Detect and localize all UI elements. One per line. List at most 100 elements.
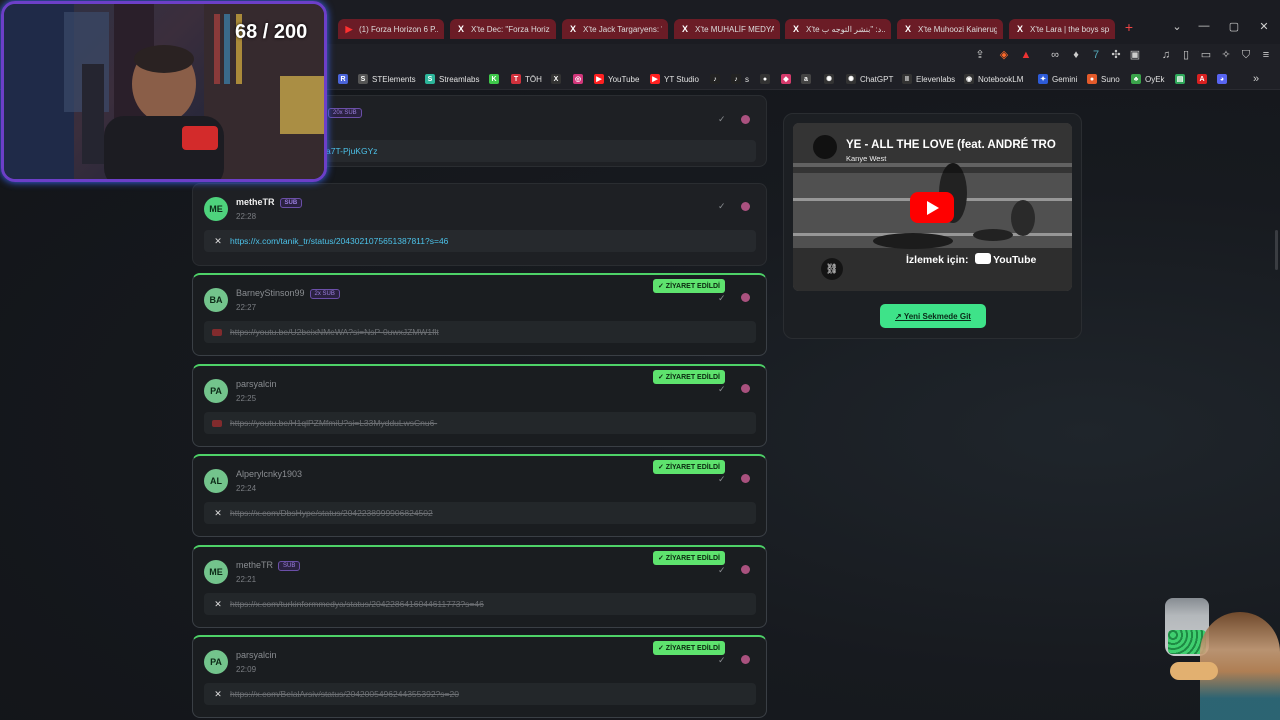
new-tab-icon[interactable]: + xyxy=(1122,20,1136,34)
bookmark-item[interactable]: ◎ xyxy=(573,72,587,86)
browser-tab[interactable]: ▶ (1) Forza Horizon 6 P... xyxy=(338,19,444,39)
open-in-new-tab-button[interactable]: ↗ Yeni Sekmede Git xyxy=(880,304,986,328)
sidebar-icon[interactable]: ▯ xyxy=(1179,48,1193,62)
link-url[interactable]: https://youtu.be/H1qlPZMfmiU?si=L33Myddu… xyxy=(230,418,437,428)
extension-icon[interactable]: ▣ xyxy=(1128,48,1142,62)
wallet-icon[interactable]: ▭ xyxy=(1199,48,1213,62)
link-card[interactable]: BA BarneyStinson99 2x SUB 22:27 ✓ ZİYARET ED… xyxy=(192,273,767,356)
approve-icon[interactable]: ✓ xyxy=(718,565,726,576)
bookmark-item[interactable]: T TÖH xyxy=(511,72,542,86)
delete-icon[interactable] xyxy=(741,293,750,302)
username-text: parsyalcin xyxy=(236,650,277,660)
bookmark-item[interactable]: II Elevenlabs xyxy=(902,72,955,86)
bookmark-item[interactable]: ✺ ChatGPT xyxy=(846,72,893,86)
bookmark-item[interactable]: ◕ xyxy=(1217,72,1231,86)
bookmark-item[interactable]: R xyxy=(338,72,352,86)
bookmark-item[interactable]: K xyxy=(489,72,503,86)
bookmark-item[interactable]: ◆ xyxy=(781,72,795,86)
bookmark-label: OyEk xyxy=(1145,74,1165,84)
bookmark-item[interactable]: X xyxy=(551,72,565,86)
x-icon: X xyxy=(1016,24,1023,34)
bookmark-item[interactable]: ♪ s xyxy=(731,72,749,86)
extension-icon[interactable]: ♦ xyxy=(1069,48,1083,62)
delete-icon[interactable] xyxy=(741,115,750,124)
browser-tab[interactable]: X X'te د: "بنشر التوجه ب... xyxy=(785,19,891,39)
delete-icon[interactable] xyxy=(741,655,750,664)
puzzle-icon[interactable]: ✣ xyxy=(1109,48,1123,62)
bookmark-item[interactable]: ✦ Gemini xyxy=(1038,72,1077,86)
video-channel[interactable]: Kanye West xyxy=(846,154,886,163)
bookmark-item[interactable]: ✺ xyxy=(824,72,838,86)
link-card[interactable]: PA parsyalcin 22:09 ✓ ZİYARET EDİLDİ ✓ ✕ https… xyxy=(192,635,767,718)
bookmark-item[interactable]: ♪ xyxy=(710,72,724,86)
more-bookmarks-icon[interactable]: » xyxy=(1249,72,1263,86)
elevenlabs-icon: II xyxy=(902,74,912,84)
menu-icon[interactable]: ≡ xyxy=(1259,48,1273,62)
link-url[interactable]: https://x.com/BelalArsiv/status/20420054… xyxy=(230,689,459,699)
link-url[interactable]: https://youtu.be/U2beixNMeWA?si=NsP-0uwx… xyxy=(230,327,439,337)
minimize-icon[interactable]: — xyxy=(1196,20,1212,32)
video-title[interactable]: YE - ALL THE LOVE (feat. ANDRÉ TRO xyxy=(846,139,1056,151)
username: metheTR SUB xyxy=(236,197,303,208)
delete-icon[interactable] xyxy=(741,474,750,483)
link-url[interactable]: https://x.com/turkinformmedya/status/204… xyxy=(230,599,484,609)
bookmark-item[interactable]: S STElements xyxy=(358,72,416,86)
browser-tab[interactable]: X X'te Lara | the boys sp... xyxy=(1009,19,1115,39)
rewards-icon[interactable]: ▲ xyxy=(1019,48,1033,62)
link-card[interactable]: ME metheTR SUB 22:21 ✓ ZİYARET EDİLDİ ✓ ✕ https… xyxy=(192,545,767,628)
bookmark-item[interactable]: ▤ xyxy=(1175,72,1189,86)
extension-icon[interactable]: ∞ xyxy=(1048,48,1062,62)
link-url[interactable]: a7T-PjuKGYz xyxy=(326,146,378,156)
delete-icon[interactable] xyxy=(741,384,750,393)
link-row[interactable]: ✕ https://x.com/tanik_tr/status/204302107… xyxy=(204,230,756,252)
approve-icon[interactable]: ✓ xyxy=(718,384,726,395)
bookmark-item[interactable]: ● Suno xyxy=(1087,72,1120,86)
copy-link-icon[interactable]: ⛓ xyxy=(821,258,843,280)
maximize-icon[interactable]: ▢ xyxy=(1226,20,1242,33)
link-row[interactable]: ✕ https://x.com/BelalArsiv/status/2042005… xyxy=(204,683,756,705)
leo-icon[interactable]: ✧ xyxy=(1219,48,1233,62)
approve-icon[interactable]: ✓ xyxy=(718,201,726,212)
delete-icon[interactable] xyxy=(741,202,750,211)
approve-icon[interactable]: ✓ xyxy=(718,114,726,125)
bookmark-label: ChatGPT xyxy=(860,74,894,84)
link-card[interactable]: AL Alperylcnky1903 22:24 ✓ ZİYARET EDİLDİ ✓ ✕… xyxy=(192,454,767,537)
browser-tab[interactable]: X X'te Muhoozi Kainerug... xyxy=(897,19,1003,39)
approve-icon[interactable]: ✓ xyxy=(718,655,726,666)
bookmark-item[interactable]: ▶ YouTube xyxy=(594,72,639,86)
youtube-icon xyxy=(212,328,222,336)
bookmark-item[interactable]: ♣ OyEk xyxy=(1131,72,1165,86)
link-row[interactable]: ✕ https://x.com/DbsHype/status/2042238999… xyxy=(204,502,756,524)
browser-tab[interactable]: X X'te Jack Targaryens: "... xyxy=(562,19,668,39)
bookmark-item[interactable]: A xyxy=(1197,72,1211,86)
bookmark-item[interactable]: ▶ YT Studio xyxy=(650,72,699,86)
extension-icon[interactable]: 7 xyxy=(1089,48,1103,62)
link-card[interactable]: ME metheTR SUB 22:28 ✓ ✕ https://x.com/tanik_t… xyxy=(192,183,767,266)
scrollbar-thumb[interactable] xyxy=(1275,230,1278,270)
bookmark-item[interactable]: S Streamlabs xyxy=(425,72,479,86)
delete-icon[interactable] xyxy=(741,565,750,574)
bookmark-item[interactable]: a xyxy=(801,72,815,86)
close-icon[interactable]: ✕ xyxy=(1256,20,1272,33)
brave-shields-icon[interactable]: ◈ xyxy=(997,48,1011,62)
approve-icon[interactable]: ✓ xyxy=(718,293,726,304)
music-icon[interactable]: ♫ xyxy=(1159,48,1173,62)
link-row[interactable]: ✕ https://x.com/turkinformmedya/status/20… xyxy=(204,593,756,615)
tab-search-icon[interactable]: ⌄ xyxy=(1169,20,1185,33)
link-url[interactable]: https://x.com/tanik_tr/status/2043021075… xyxy=(230,236,448,246)
video-embed[interactable]: YE - ALL THE LOVE (feat. ANDRÉ TRO Kanye… xyxy=(793,123,1072,291)
vpn-icon[interactable]: ⛉ xyxy=(1239,48,1253,62)
bookmark-item[interactable]: ◉ NotebookLM xyxy=(964,72,1023,86)
bookmark-item[interactable]: ● xyxy=(760,72,774,86)
play-button[interactable] xyxy=(910,192,954,223)
link-card[interactable]: PA parsyalcin 22:25 ✓ ZİYARET EDİLDİ ✓ https:… xyxy=(192,364,767,447)
share-icon[interactable]: ⇪ xyxy=(973,48,987,62)
approve-icon[interactable]: ✓ xyxy=(718,474,726,485)
browser-tab[interactable]: X X'te MUHALİF MEDYA:... xyxy=(674,19,780,39)
youtube-logo-icon xyxy=(975,253,991,264)
browser-tab[interactable]: X X'te Dec: "Forza Horiz... xyxy=(450,19,556,39)
link-row[interactable]: https://youtu.be/H1qlPZMfmiU?si=L33Myddu… xyxy=(204,412,756,434)
youtube-logo[interactable]: YouTube xyxy=(975,253,1036,266)
link-row[interactable]: https://youtu.be/U2beixNMeWA?si=NsP-0uwx… xyxy=(204,321,756,343)
link-url[interactable]: https://x.com/DbsHype/status/20422389999… xyxy=(230,508,433,518)
